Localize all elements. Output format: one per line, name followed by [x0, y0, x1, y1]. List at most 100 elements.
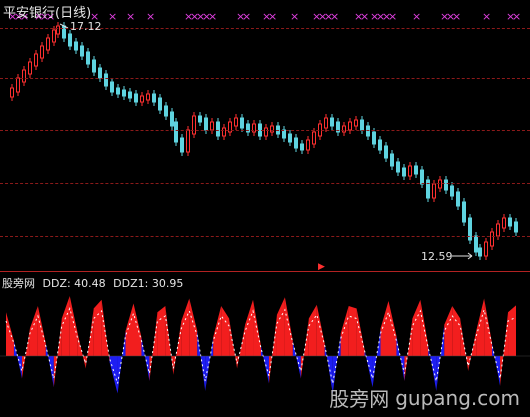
- ddz-area: [468, 331, 477, 371]
- ddz-area: [125, 303, 134, 356]
- candle-body: [204, 117, 208, 131]
- candle-body: [324, 117, 328, 129]
- pane-divider: [0, 271, 530, 272]
- candle-body: [98, 67, 102, 79]
- ddz-area: [492, 343, 501, 386]
- candle-body: [282, 129, 286, 139]
- candle-body: [496, 223, 500, 237]
- ddz-area: [253, 299, 261, 356]
- candle-body: [414, 165, 418, 175]
- candle-body: [22, 69, 26, 83]
- ddz-area: [6, 312, 14, 356]
- candle-body: [16, 77, 20, 93]
- candle-body: [170, 111, 174, 127]
- candle-body: [384, 145, 388, 159]
- candle-body: [390, 153, 394, 167]
- candle-body: [164, 105, 168, 117]
- candle-body: [140, 95, 144, 103]
- ddz-area: [181, 298, 190, 356]
- ddz-area: [101, 299, 110, 363]
- ddz-area: [205, 337, 214, 391]
- grid-line: [0, 130, 530, 131]
- ddz-area: [388, 301, 397, 356]
- candle-body: [372, 131, 376, 145]
- candle-body: [408, 165, 412, 177]
- candle-body: [342, 125, 346, 133]
- candle-body: [462, 201, 466, 223]
- candle-body: [360, 119, 364, 131]
- candle-body: [240, 117, 244, 129]
- candle-body: [348, 121, 352, 131]
- candle-body: [444, 179, 448, 191]
- ddz-area: [141, 337, 150, 381]
- ddz-area: [93, 299, 102, 356]
- ddz-area: [109, 356, 118, 394]
- candle-body: [366, 125, 370, 137]
- top-marker: ×: [452, 10, 461, 23]
- candle-body: [92, 59, 96, 73]
- watermark-en: gupang.com: [395, 385, 520, 410]
- candle-body: [432, 183, 436, 199]
- candle-body: [294, 137, 298, 149]
- candle-body: [186, 129, 190, 153]
- top-marker: ×: [360, 10, 369, 23]
- candle-body: [396, 161, 400, 173]
- candle-body: [306, 139, 310, 151]
- indicator-name: 股旁网: [2, 277, 35, 290]
- ddz-area: [308, 304, 317, 356]
- ddz-area: [476, 298, 485, 356]
- ddz-area: [276, 297, 285, 356]
- grid-line: [0, 78, 530, 79]
- candle-body: [456, 191, 460, 207]
- candle-body: [128, 91, 132, 99]
- candle-body: [40, 45, 44, 59]
- candle-body: [34, 53, 38, 67]
- candle-body: [216, 121, 220, 137]
- candle-body: [180, 137, 184, 153]
- price-low-label: 12.59: [421, 250, 453, 263]
- candle-body: [104, 73, 108, 87]
- candle-body: [234, 117, 238, 127]
- ddz-value: DDZ: 40.48: [42, 277, 106, 290]
- ddz-area: [221, 306, 230, 356]
- top-marker: ×: [126, 10, 135, 23]
- top-marker: ×: [208, 10, 217, 23]
- candle-body: [330, 117, 334, 127]
- candle-body: [152, 93, 156, 103]
- candle-body: [420, 169, 424, 185]
- signal-marker: ▶: [318, 262, 325, 272]
- candle-body: [490, 231, 494, 247]
- ddz-area: [340, 306, 349, 356]
- ddz-area: [444, 306, 453, 356]
- candle-body: [402, 167, 406, 177]
- ddz-area: [29, 306, 38, 356]
- ddz-area: [348, 306, 357, 356]
- candle-body: [270, 125, 274, 133]
- ddz-area: [412, 299, 421, 356]
- ddz-area: [380, 301, 389, 356]
- candle-body: [74, 41, 78, 51]
- ddz-area: [61, 296, 70, 356]
- ddz-area: [85, 308, 94, 369]
- candle-body: [52, 29, 56, 43]
- top-marker: ×: [146, 10, 155, 23]
- ddz-area: [13, 341, 22, 379]
- ddz1-value: DDZ1: 30.95: [113, 277, 184, 290]
- candle-body: [474, 235, 478, 253]
- candle-body: [210, 121, 214, 131]
- top-marker: ×: [412, 10, 421, 23]
- kline-chart: ××× ××× × × × × ××××× ×× ×× × ×××× ×× ×××× × ××× × ××: [0, 10, 530, 394]
- candle-body: [116, 87, 120, 95]
- top-marker: ×: [268, 10, 277, 23]
- candle-body: [192, 115, 196, 135]
- candle-body: [502, 217, 506, 229]
- watermark: 股旁网 gupang.com: [329, 383, 520, 412]
- grid-line: [0, 183, 530, 184]
- indicator-legend: 股旁网 DDZ: 40.48 DDZ1: 30.95: [2, 275, 187, 291]
- candle-body: [378, 139, 382, 151]
- chart-title: 平安银行(日线): [3, 6, 92, 21]
- candle-body: [174, 121, 178, 143]
- candle-body: [288, 133, 292, 143]
- candle-body: [110, 81, 114, 93]
- candle-body: [508, 217, 512, 227]
